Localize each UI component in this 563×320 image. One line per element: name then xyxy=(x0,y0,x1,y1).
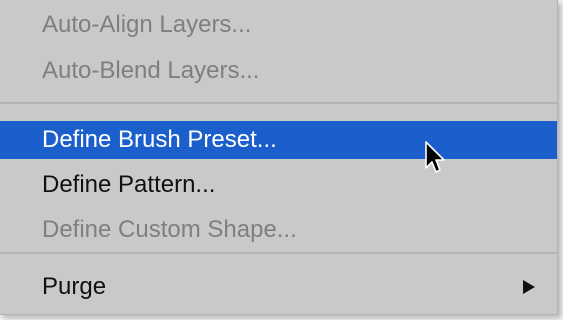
menu-item-label: Define Brush Preset... xyxy=(42,126,277,153)
submenu-arrow-icon xyxy=(523,280,535,294)
menu-item-auto-blend-layers: Auto-Blend Layers... xyxy=(0,52,557,90)
menu-item-label: Auto-Blend Layers... xyxy=(42,57,260,84)
menu-item-label: Define Pattern... xyxy=(42,171,216,198)
menu-item-define-brush-preset[interactable]: Define Brush Preset... xyxy=(0,121,557,159)
edit-menu-dropdown: Auto-Align Layers... Auto-Blend Layers..… xyxy=(0,0,558,315)
mouse-pointer-arrow-icon xyxy=(425,141,445,173)
menu-item-define-pattern[interactable]: Define Pattern... xyxy=(0,166,557,204)
menu-item-purge[interactable]: Purge xyxy=(0,268,557,306)
menu-item-label: Define Custom Shape... xyxy=(42,216,297,243)
menu-item-define-custom-shape: Define Custom Shape... xyxy=(0,211,557,249)
menu-item-label: Auto-Align Layers... xyxy=(42,11,252,38)
menu-item-auto-align-layers: Auto-Align Layers... xyxy=(0,6,557,44)
menu-separator xyxy=(0,102,557,104)
menu-separator xyxy=(0,252,557,254)
menu-item-label: Purge xyxy=(42,273,107,300)
